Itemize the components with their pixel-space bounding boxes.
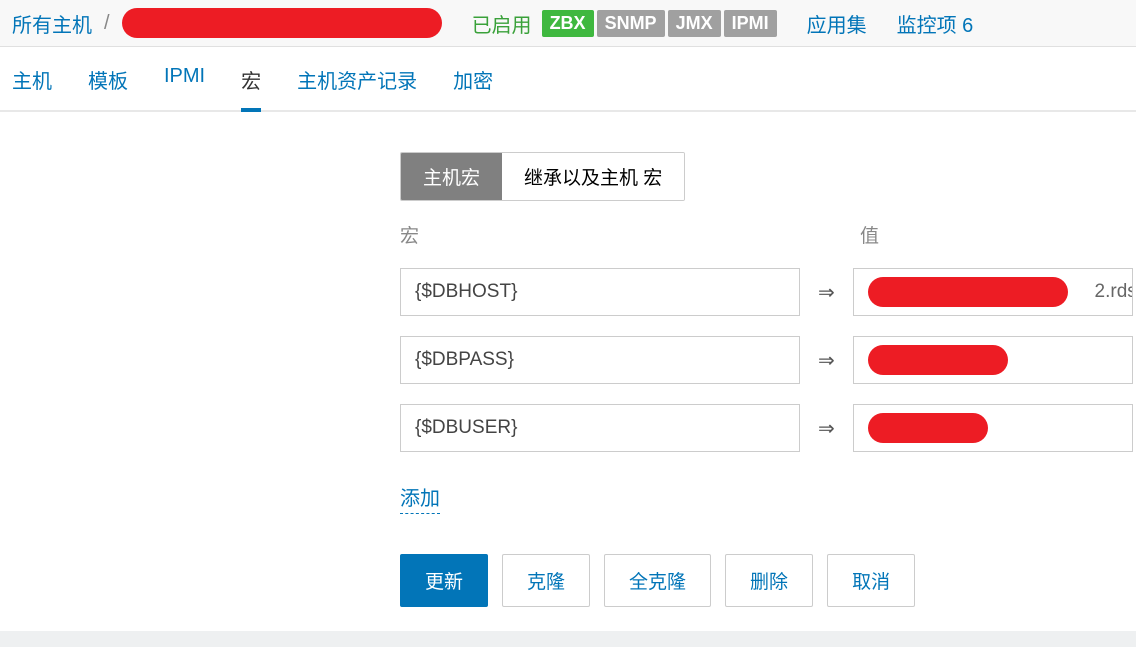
badge-jmx: JMX (668, 10, 721, 37)
tab-macros[interactable]: 宏 (241, 65, 261, 112)
toggle-inherited-macros[interactable]: 继承以及主机 宏 (502, 153, 684, 200)
tabs: 主机 模板 IPMI 宏 主机资产记录 加密 (0, 47, 1136, 112)
tab-encryption[interactable]: 加密 (453, 65, 493, 112)
tab-inventory[interactable]: 主机资产记录 (297, 65, 417, 112)
header-value: 值 (860, 221, 879, 248)
content-area: 主机宏 继承以及主机 宏 宏 值 ⇒ 2.rds ⇒ ⇒ 添加 更新 克隆 全克… (0, 112, 1136, 607)
value-redacted (868, 277, 1068, 307)
macro-scope-toggle: 主机宏 继承以及主机 宏 (400, 152, 685, 201)
arrow-icon: ⇒ (818, 348, 835, 373)
macro-value-input[interactable] (853, 404, 1133, 452)
macro-row: ⇒ (400, 336, 1136, 384)
macro-row: ⇒ (400, 404, 1136, 452)
footer-bar (0, 631, 1136, 647)
value-redacted (868, 413, 988, 443)
tab-templates[interactable]: 模板 (88, 65, 128, 112)
tab-host[interactable]: 主机 (12, 65, 52, 112)
update-button[interactable]: 更新 (400, 554, 488, 607)
badge-ipmi: IPMI (724, 10, 777, 37)
macro-table-headers: 宏 值 (400, 221, 1136, 248)
macro-value-input[interactable]: 2.rds (853, 268, 1133, 316)
macro-row: ⇒ 2.rds (400, 268, 1136, 316)
status-enabled: 已启用 (472, 9, 532, 38)
tab-ipmi[interactable]: IPMI (164, 65, 205, 112)
arrow-icon: ⇒ (818, 416, 835, 441)
link-applications[interactable]: 应用集 (807, 9, 867, 38)
breadcrumb-separator: / (104, 12, 110, 35)
value-suffix: 2.rds (1095, 281, 1133, 303)
add-macro-link[interactable]: 添加 (400, 482, 440, 514)
header-macro: 宏 (400, 221, 800, 248)
badge-snmp: SNMP (597, 10, 665, 37)
delete-button[interactable]: 删除 (725, 554, 813, 607)
breadcrumb-all-hosts[interactable]: 所有主机 (12, 9, 92, 38)
macro-name-input[interactable] (400, 336, 800, 384)
macro-value-input[interactable] (853, 336, 1133, 384)
action-buttons: 更新 克隆 全克隆 删除 取消 (400, 554, 1136, 607)
badge-zbx: ZBX (542, 10, 594, 37)
link-items[interactable]: 监控项 6 (897, 9, 974, 38)
monitor-badges: ZBX SNMP JMX IPMI (542, 10, 777, 37)
breadcrumb-bar: 所有主机 / 已启用 ZBX SNMP JMX IPMI 应用集 监控项 6 (0, 0, 1136, 47)
cancel-button[interactable]: 取消 (827, 554, 915, 607)
macro-name-input[interactable] (400, 404, 800, 452)
value-redacted (868, 345, 1008, 375)
breadcrumb-hostname-redacted (122, 8, 442, 38)
clone-button[interactable]: 克隆 (502, 554, 590, 607)
arrow-icon: ⇒ (818, 280, 835, 305)
toggle-host-macros[interactable]: 主机宏 (401, 153, 502, 200)
macro-name-input[interactable] (400, 268, 800, 316)
full-clone-button[interactable]: 全克隆 (604, 554, 711, 607)
